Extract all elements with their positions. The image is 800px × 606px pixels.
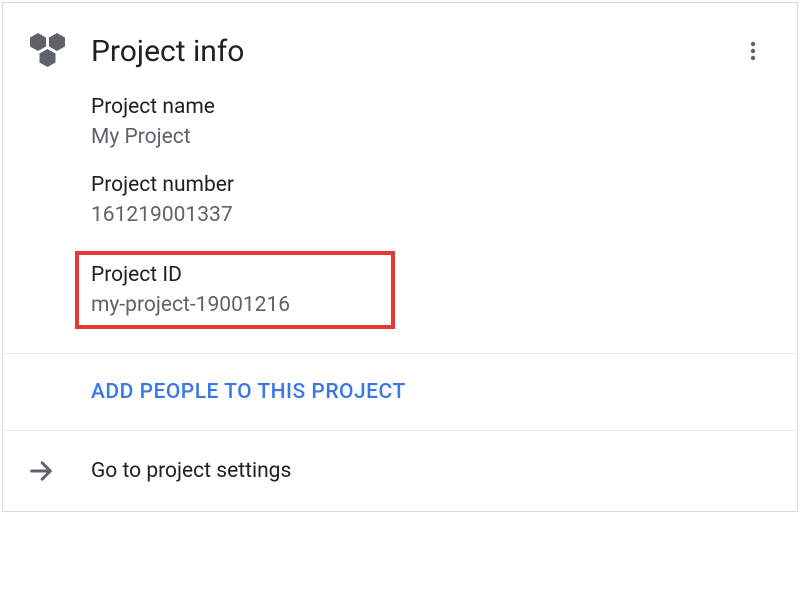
project-id-value: my-project-19001216 xyxy=(91,293,379,317)
hexagons-icon xyxy=(27,27,75,75)
project-number-value: 161219001337 xyxy=(91,203,773,227)
add-people-link[interactable]: Add people to this project xyxy=(91,380,406,404)
card-action-row: Add people to this project xyxy=(3,353,797,430)
project-name-label: Project name xyxy=(91,95,773,119)
more-options-button[interactable] xyxy=(733,31,773,71)
project-name-value: My Project xyxy=(91,125,773,149)
card-body: Project name My Project Project number 1… xyxy=(3,75,797,353)
project-id-highlight: Project ID my-project-19001216 xyxy=(75,251,395,329)
project-info-card: Project info Project name My Project Pro… xyxy=(2,2,798,512)
more-vert-icon xyxy=(741,39,765,63)
project-settings-label: Go to project settings xyxy=(91,459,291,483)
card-title: Project info xyxy=(91,34,733,69)
project-number-field: Project number 161219001337 xyxy=(91,173,773,227)
project-settings-link[interactable]: Go to project settings xyxy=(3,430,797,511)
project-number-label: Project number xyxy=(91,173,773,197)
arrow-right-icon xyxy=(27,455,75,487)
project-name-field: Project name My Project xyxy=(91,95,773,149)
project-id-label: Project ID xyxy=(91,263,379,287)
card-header: Project info xyxy=(3,3,797,75)
